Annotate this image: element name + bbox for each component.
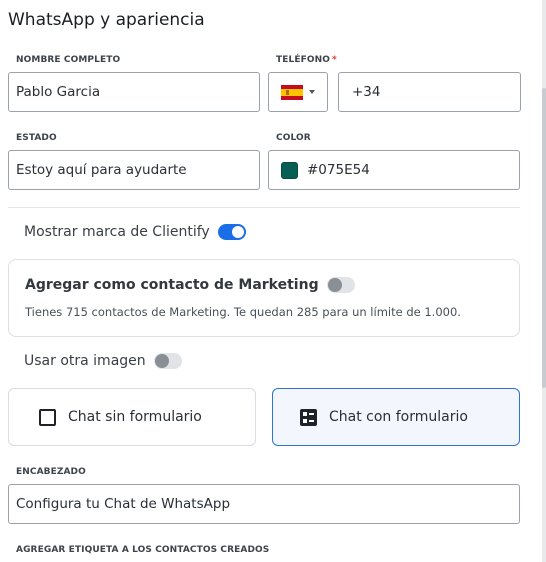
scrollbar-thumb[interactable] — [542, 88, 546, 388]
encabezado-input[interactable]: Configura tu Chat de WhatsApp — [8, 484, 520, 524]
checkbox-empty-icon — [39, 408, 56, 426]
telefono-label-text: TELÉFONO — [276, 55, 330, 65]
chat-con-formulario-label: Chat con formulario — [329, 409, 468, 425]
toggle-knob — [327, 278, 342, 292]
marketing-card: Agregar como contacto de Marketing Tiene… — [8, 259, 520, 337]
marketing-label: Agregar como contacto de Marketing — [25, 277, 319, 293]
otra-imagen-toggle[interactable] — [153, 353, 182, 369]
estado-value: Estoy aquí para ayudarte — [16, 162, 187, 178]
country-select[interactable] — [268, 72, 328, 112]
section-title: WhatsApp y apariencia — [8, 10, 205, 30]
phone-prefix: +34 — [352, 84, 381, 100]
required-mark: * — [331, 55, 337, 65]
mostrar-marca-label: Mostrar marca de Clientify — [24, 224, 210, 240]
marketing-row: Agregar como contacto de Marketing — [25, 277, 355, 293]
estado-label: ESTADO — [16, 133, 57, 143]
chat-sin-formulario-option[interactable]: Chat sin formulario — [8, 388, 256, 446]
color-swatch[interactable] — [281, 161, 298, 179]
whatsapp-settings-panel: WhatsApp y apariencia NOMBRE COMPLETO Pa… — [0, 0, 546, 562]
form-list-icon — [300, 408, 317, 426]
otra-imagen-label: Usar otra imagen — [24, 353, 146, 369]
scrollbar[interactable] — [542, 0, 546, 562]
chat-con-formulario-option[interactable]: Chat con formulario — [272, 388, 520, 446]
nombre-value: Pablo Garcia — [16, 84, 101, 100]
encabezado-value: Configura tu Chat de WhatsApp — [16, 496, 231, 512]
color-value: #075E54 — [307, 162, 370, 178]
estado-input[interactable]: Estoy aquí para ayudarte — [8, 150, 260, 190]
mostrar-marca-toggle[interactable] — [217, 224, 246, 240]
phone-input[interactable]: +34 — [338, 72, 521, 112]
spain-flag-icon — [281, 84, 303, 100]
divider — [8, 207, 520, 208]
marketing-note: Tienes 715 contactos de Marketing. Te qu… — [25, 305, 461, 319]
chevron-down-icon — [309, 90, 315, 94]
color-input[interactable]: #075E54 — [268, 150, 520, 190]
mostrar-marca-row: Mostrar marca de Clientify — [24, 224, 246, 240]
nombre-label: NOMBRE COMPLETO — [16, 55, 121, 65]
marketing-toggle[interactable] — [326, 277, 355, 293]
toggle-knob — [154, 354, 169, 368]
otra-imagen-row: Usar otra imagen — [24, 353, 182, 369]
telefono-label: TELÉFONO * — [276, 55, 337, 65]
etiqueta-label: AGREGAR ETIQUETA A LOS CONTACTOS CREADOS — [16, 545, 270, 555]
chat-sin-formulario-label: Chat sin formulario — [68, 409, 202, 425]
toggle-knob — [231, 226, 244, 238]
color-label: COLOR — [276, 133, 311, 143]
encabezado-label: ENCABEZADO — [16, 467, 86, 477]
nombre-input[interactable]: Pablo Garcia — [8, 72, 260, 112]
